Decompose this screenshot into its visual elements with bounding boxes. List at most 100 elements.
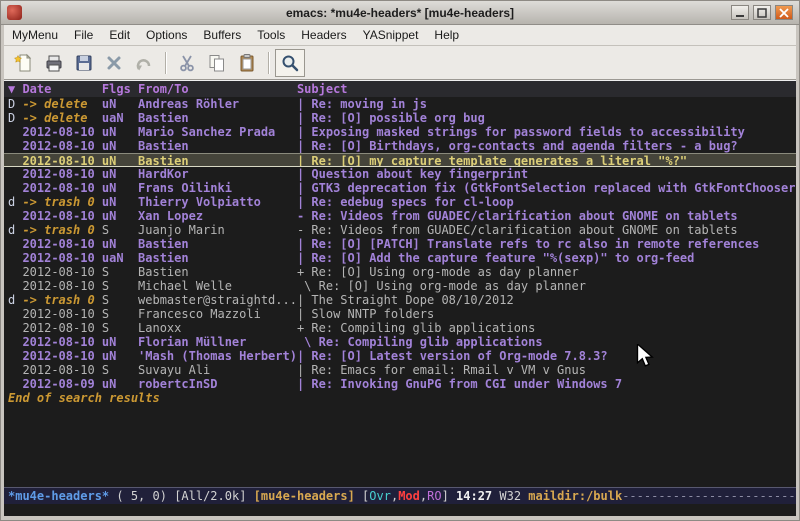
print-button[interactable] <box>39 49 69 77</box>
mode-line-segment: ( 5, 0) <box>109 488 174 504</box>
menu-item-tools[interactable]: Tools <box>249 26 293 44</box>
close-buffer-button[interactable] <box>99 49 129 77</box>
message-subject: \ Re: Compiling glib applications <box>297 335 796 349</box>
thread-prefix <box>8 251 22 265</box>
message-row[interactable]: 2012-08-09uNrobertcInSD| Re: Invoking Gn… <box>4 377 796 391</box>
message-subject: | Re: Invoking GnuPG from CGI under Wind… <box>297 377 796 391</box>
menu-item-options[interactable]: Options <box>138 26 195 44</box>
thread-prefix <box>8 209 22 223</box>
message-date: 2012-08-10 <box>22 265 101 279</box>
message-row[interactable]: 2012-08-10SSuvayu Ali| Re: Emacs for ema… <box>4 363 796 377</box>
message-row[interactable]: 2012-08-10SLanoxx+ Re: Compiling glib ap… <box>4 321 796 335</box>
message-row[interactable]: 2012-08-10SFrancesco Mazzoli| Slow NNTP … <box>4 307 796 321</box>
menu-item-edit[interactable]: Edit <box>101 26 138 44</box>
mode-line-segment: , <box>420 488 427 504</box>
message-date: 2012-08-10 <box>22 237 101 251</box>
message-date: 2012-08-10 <box>22 251 101 265</box>
message-row[interactable]: D-> deleteuaNBastien| Re: [O] possible o… <box>4 111 796 125</box>
thread-prefix <box>8 349 22 363</box>
thread-prefix: D <box>8 97 22 111</box>
thread-prefix <box>8 335 22 349</box>
message-flags: uN <box>102 377 138 391</box>
message-from: Francesco Mazzoli <box>138 307 297 321</box>
mark-label: -> trash 0 <box>22 223 101 237</box>
message-row[interactable]: 2012-08-10uNFlorian Müllner \ Re: Compil… <box>4 335 796 349</box>
message-row[interactable]: d-> trash 0uNThierry Volpiatto| Re: edeb… <box>4 195 796 209</box>
save-button[interactable] <box>69 49 99 77</box>
column-header-flags[interactable]: Flgs <box>102 81 138 97</box>
mark-label: -> delete <box>22 111 101 125</box>
message-row[interactable]: 2012-08-10uNHardKor| Question about key … <box>4 167 796 181</box>
message-subject: | Re: [O] [PATCH] Translate refs to rc a… <box>297 237 796 251</box>
mode-line-segment: RO <box>427 488 441 504</box>
copy-button[interactable] <box>202 49 232 77</box>
column-header-date[interactable]: ▼ Date <box>8 81 102 97</box>
search-button[interactable] <box>275 49 305 77</box>
message-date: 2012-08-10 <box>22 279 101 293</box>
message-from: Andreas Röhler <box>138 97 297 111</box>
message-row[interactable]: 2012-08-10uaNBastien| Re: [O] Add the ca… <box>4 251 796 265</box>
message-subject: | Re: [O] my capture template generates … <box>297 154 796 166</box>
paste-button[interactable] <box>232 49 262 77</box>
message-row[interactable]: 2012-08-10uN'Mash (Thomas Herbert)| Re: … <box>4 349 796 363</box>
message-row[interactable]: 2012-08-10uNFrans Oilinki| GTK3 deprecat… <box>4 181 796 195</box>
message-row[interactable]: d-> trash 0Swebmaster@straightd...| The … <box>4 293 796 307</box>
menu-item-yasnippet[interactable]: YASnippet <box>355 26 427 44</box>
message-subject: | Exposing masked strings for password f… <box>297 125 796 139</box>
mu4e-headers-buffer: ▼ Date Flgs From/To Subject D-> deleteuN… <box>4 80 796 487</box>
title-bar[interactable]: emacs: *mu4e-headers* [mu4e-headers] <box>1 1 799 25</box>
message-subject: + Re: [O] Using org-mode as day planner <box>297 265 796 279</box>
cut-icon <box>177 53 197 73</box>
message-subject: \ Re: [O] Using org-mode as day planner <box>297 279 796 293</box>
menu-item-file[interactable]: File <box>66 26 101 44</box>
header-line: ▼ Date Flgs From/To Subject <box>4 81 796 97</box>
menu-item-headers[interactable]: Headers <box>293 26 354 44</box>
message-row[interactable]: D-> deleteuNAndreas Röhler| Re: moving i… <box>4 97 796 111</box>
message-from: Bastien <box>138 154 297 166</box>
menu-item-help[interactable]: Help <box>426 26 467 44</box>
message-row[interactable]: 2012-08-10SBastien+ Re: [O] Using org-mo… <box>4 265 796 279</box>
menu-item-buffers[interactable]: Buffers <box>195 26 249 44</box>
maximize-button[interactable] <box>753 5 771 20</box>
thread-prefix <box>8 265 22 279</box>
message-from: Bastien <box>138 251 297 265</box>
close-icon <box>778 8 790 18</box>
message-from: webmaster@straightd... <box>138 293 297 307</box>
message-row[interactable]: 2012-08-10uNMario Sanchez Prada| Exposin… <box>4 125 796 139</box>
mode-line[interactable]: *mu4e-headers* ( 5, 0) [All/2.0k] [mu4e-… <box>4 487 796 504</box>
message-from: Bastien <box>138 111 297 125</box>
message-flags: S <box>102 265 138 279</box>
message-flags: uN <box>102 349 138 363</box>
close-button[interactable] <box>775 5 793 20</box>
undo-icon <box>134 53 154 73</box>
message-flags: uN <box>102 139 138 153</box>
tool-bar <box>4 46 796 80</box>
menu-item-mymenu[interactable]: MyMenu <box>4 26 66 44</box>
message-row[interactable]: 2012-08-10uNBastien| Re: [O] Birthdays, … <box>4 139 796 153</box>
message-row[interactable]: d-> trash 0SJuanjo Marin- Re: Videos fro… <box>4 223 796 237</box>
message-date: 2012-08-10 <box>22 209 101 223</box>
thread-prefix <box>8 279 22 293</box>
column-header-subject[interactable]: Subject <box>297 81 796 97</box>
thread-prefix: d <box>8 293 22 307</box>
thread-prefix <box>8 167 22 181</box>
message-from: Florian Müllner <box>138 335 297 349</box>
column-header-from[interactable]: From/To <box>138 81 297 97</box>
echo-area[interactable] <box>4 504 796 516</box>
undo-button[interactable] <box>129 49 159 77</box>
thread-prefix: d <box>8 223 22 237</box>
minimize-button[interactable] <box>731 5 749 20</box>
new-file-button[interactable] <box>9 49 39 77</box>
message-row[interactable]: 2012-08-10uNXan Lopez- Re: Videos from G… <box>4 209 796 223</box>
message-row[interactable]: 2012-08-10SMichael Welle \ Re: [O] Using… <box>4 279 796 293</box>
message-date: 2012-08-10 <box>22 154 101 166</box>
message-row[interactable]: 2012-08-10uNBastien| Re: [O] [PATCH] Tra… <box>4 237 796 251</box>
message-flags: uN <box>102 97 138 111</box>
message-flags: S <box>102 307 138 321</box>
message-from: Bastien <box>138 265 297 279</box>
cut-button[interactable] <box>172 49 202 77</box>
message-subject: | Re: edebug specs for cl-loop <box>297 195 796 209</box>
emacs-icon <box>7 5 22 20</box>
message-row[interactable]: 2012-08-10uNBastien| Re: [O] my capture … <box>4 153 796 167</box>
emacs-window: emacs: *mu4e-headers* [mu4e-headers] MyM… <box>0 0 800 521</box>
